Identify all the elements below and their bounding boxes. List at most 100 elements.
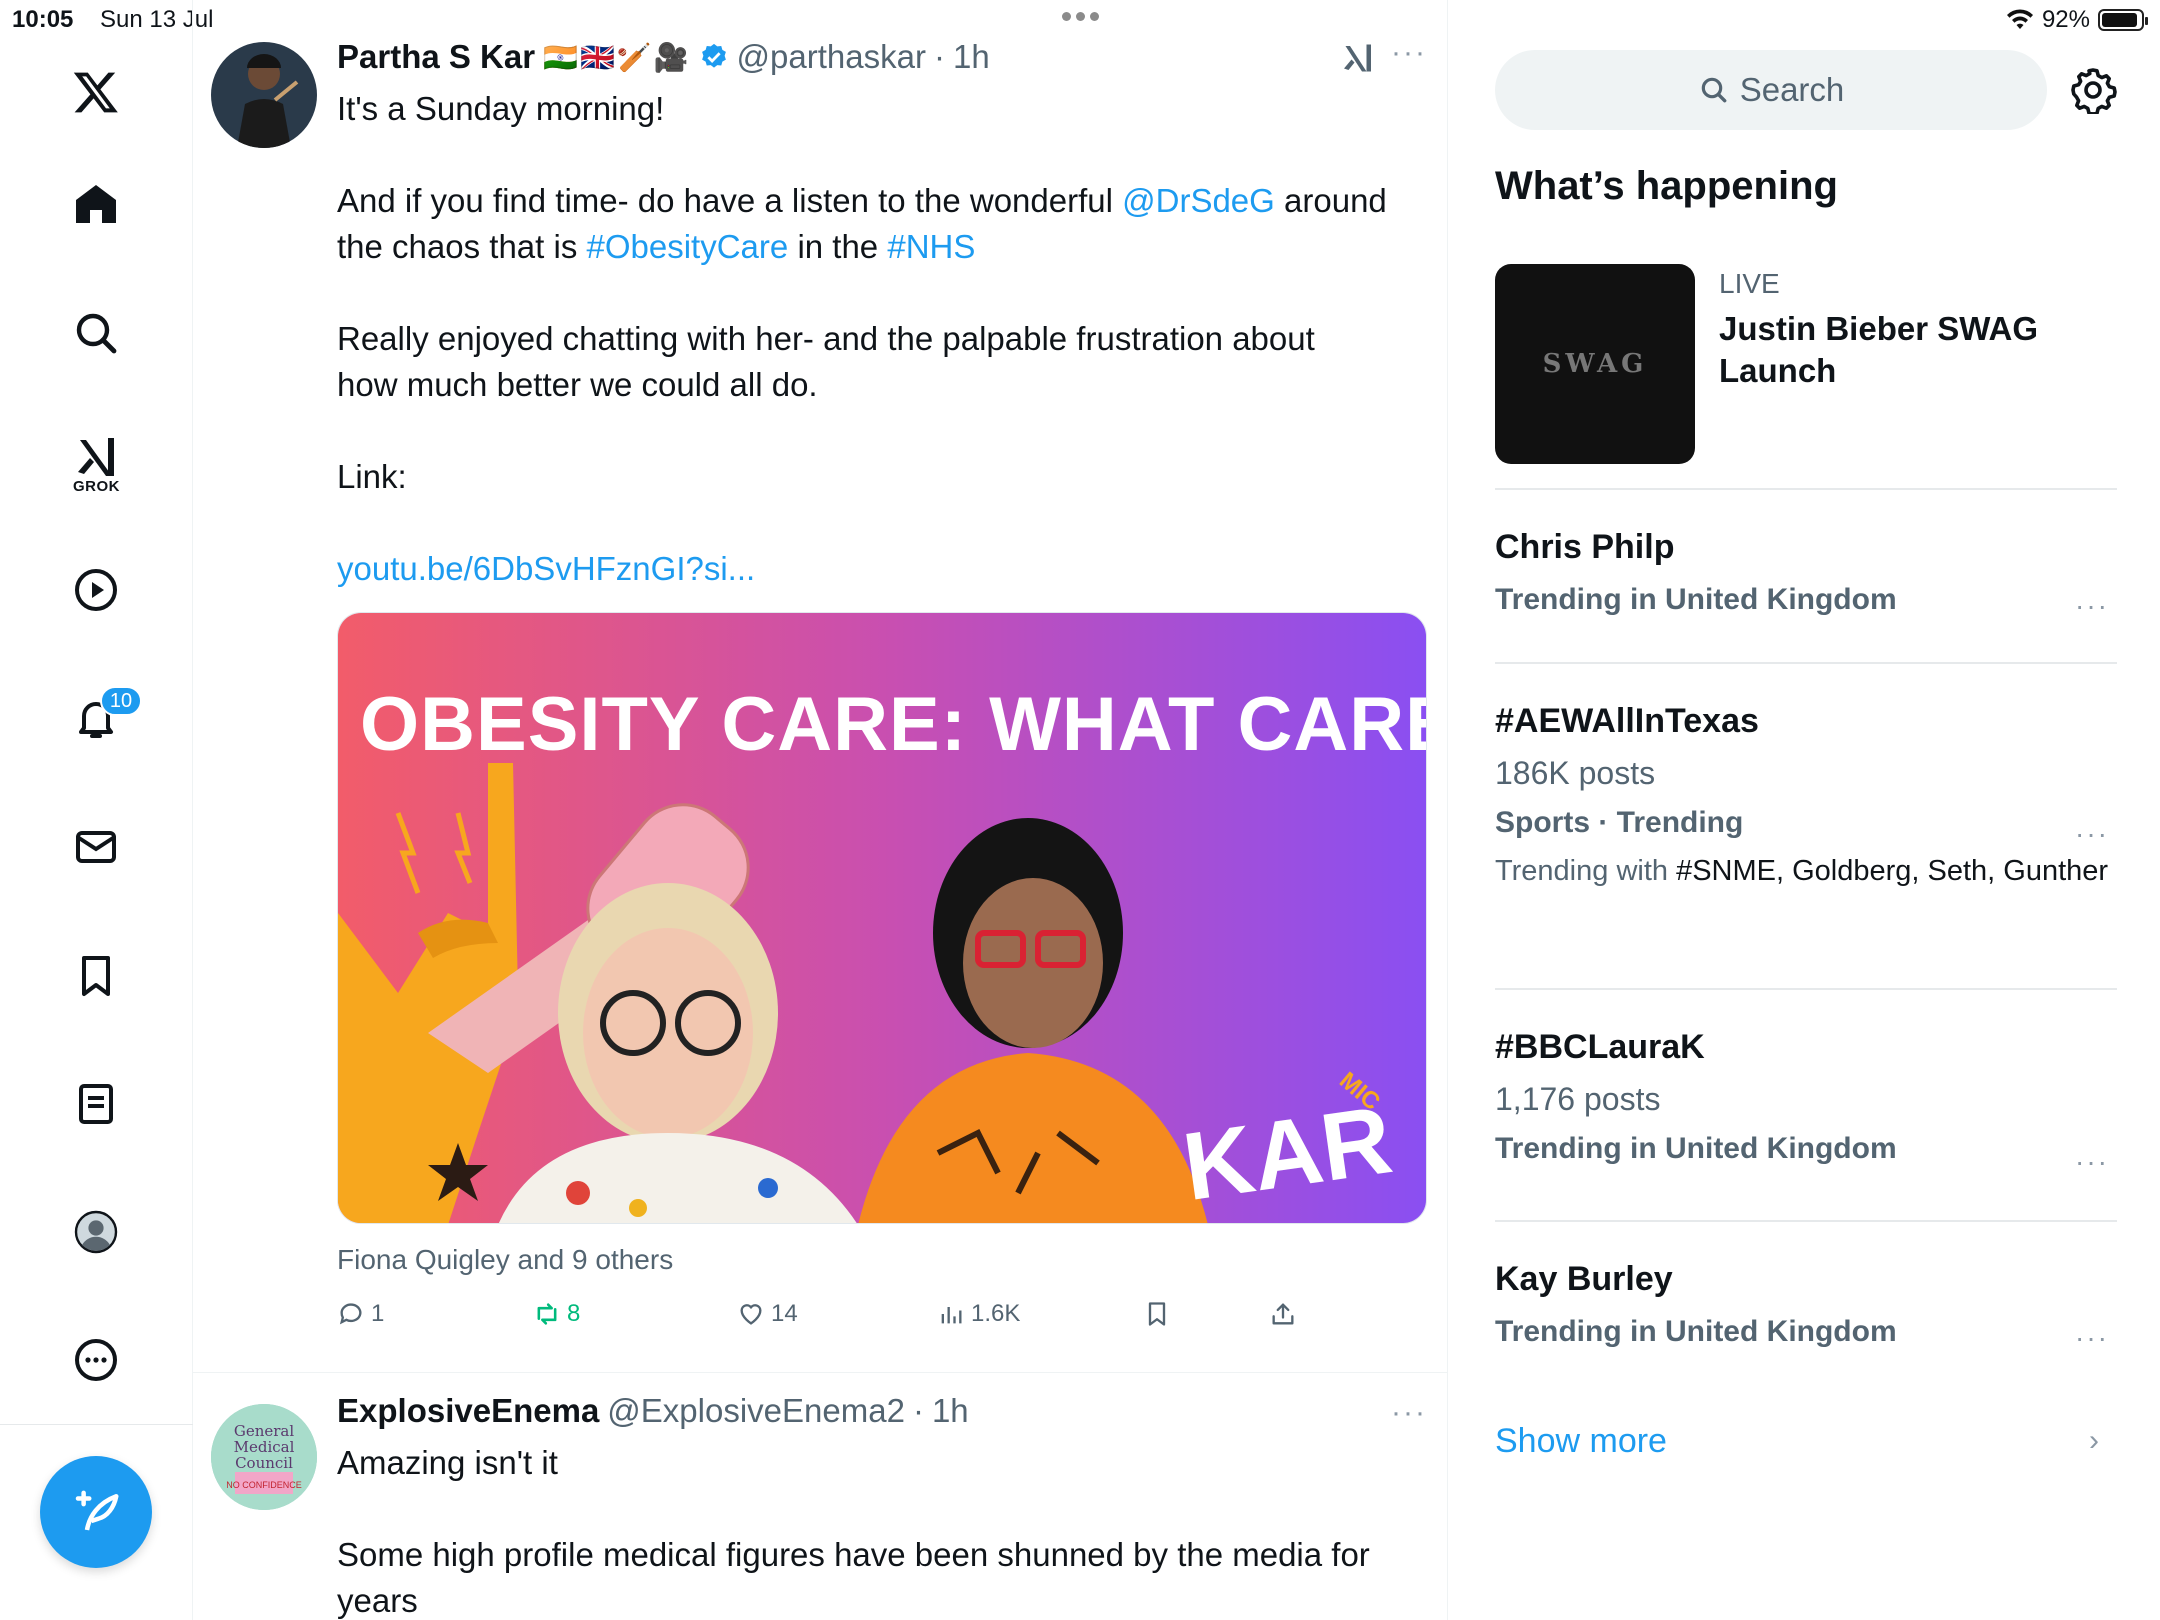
trend-item[interactable]: Chris Philp Trending in United Kingdom ·… (1495, 528, 2117, 621)
show-more-link[interactable]: Show more (1495, 1422, 1667, 1461)
repost-count: 8 (567, 1300, 581, 1327)
reply-icon (339, 1303, 362, 1325)
sidebar-divider (1495, 488, 2117, 490)
views-bar-chart-icon (941, 1307, 962, 1324)
search-icon (1701, 77, 1727, 103)
like-button[interactable]: 14 (737, 1300, 798, 1328)
trend-name: Kay Burley (1495, 1260, 1673, 1298)
media-title: OBESITY CARE: WHAT CARE? (360, 682, 1427, 767)
trend-name: #BBCLauraK (1495, 1028, 1705, 1066)
share-button[interactable] (1269, 1300, 1297, 1328)
mention-link[interactable]: @DrSdeG (1122, 182, 1275, 219)
liked-by-text[interactable]: Fiona Quigley and 9 others (337, 1244, 673, 1276)
trend-more-button[interactable]: ··· (2075, 590, 2109, 622)
lists-icon[interactable] (60, 1068, 132, 1140)
hashtag-link[interactable]: #NHS (887, 228, 975, 265)
messages-icon[interactable] (60, 811, 132, 883)
trend-context: Trending in United Kingdom (1495, 1315, 1897, 1348)
sidebar-divider (1495, 662, 2117, 664)
avatar[interactable]: General Medical Council NO CONFIDENCE (211, 1404, 317, 1510)
trend-more-button[interactable]: ··· (2075, 1322, 2109, 1354)
separator-dot: · (933, 38, 945, 75)
like-count: 14 (771, 1300, 798, 1327)
compose-post-button[interactable] (40, 1456, 152, 1568)
author-handle[interactable]: @parthaskar (737, 38, 926, 76)
compose-feather-icon (75, 1490, 119, 1531)
tweet-line: the chaos that is #ObesityCare in the #N… (337, 228, 976, 265)
tweet-actions: 1 8 14 1.6K (337, 1300, 1447, 1340)
tweet-text: It's a Sunday morning! And if you find t… (337, 86, 1417, 592)
chevron-right-icon: › (2089, 1424, 2099, 1457)
author-name[interactable]: ExplosiveEnema (337, 1392, 599, 1430)
trend-post-count: 1,176 posts (1495, 1081, 1661, 1117)
trend-item[interactable]: #BBCLauraK 1,176 posts Trending in Unite… (1495, 1028, 2117, 1177)
trend-more-button[interactable]: ··· (2075, 818, 2109, 850)
live-event-title: Justin Bieber SWAG Launch (1719, 310, 2039, 389)
author-handle[interactable]: @ExplosiveEnema2 (607, 1392, 905, 1430)
tweet-text: Amazing isn't it Some high profile medic… (337, 1440, 1417, 1620)
grok-label: GROK (73, 478, 120, 495)
reply-button[interactable]: 1 (337, 1300, 384, 1328)
left-nav: GROK 10 (0, 0, 193, 1620)
whats-happening-title: What’s happening (1495, 164, 1838, 208)
avatar[interactable] (211, 42, 317, 148)
x-logo-icon[interactable] (60, 56, 132, 128)
separator-dot: · (912, 1392, 924, 1429)
nav-divider (0, 1424, 193, 1425)
sidebar-divider (1495, 988, 2117, 990)
trend-post-count: 186K posts (1495, 755, 1656, 791)
live-event-card[interactable]: SWAG LIVE Justin Bieber SWAG Launch (1495, 264, 2115, 464)
svg-text:Council: Council (235, 1454, 293, 1472)
home-icon[interactable] (60, 168, 132, 240)
tweet-time[interactable]: 1h (932, 1392, 969, 1430)
tweet-more-button[interactable]: ··· (1391, 36, 1427, 70)
tweet-header: Partha S Kar 🇮🇳🇬🇧🏏🎥 @parthaskar · 1h (337, 38, 990, 76)
tweet-line: Link: (337, 458, 407, 495)
tweet-line: Some high profile medical figures have b… (337, 1536, 1370, 1573)
bookmarks-icon[interactable] (60, 940, 132, 1012)
grok-explain-icon[interactable] (1341, 40, 1377, 76)
svg-text:NO CONFIDENCE: NO CONFIDENCE (226, 1480, 302, 1490)
bookmark-icon (1148, 1302, 1166, 1326)
live-event-thumbnail: SWAG (1495, 264, 1695, 464)
repost-button[interactable]: 8 (533, 1300, 580, 1328)
tweet-more-button[interactable]: ··· (1391, 1396, 1427, 1430)
trend-item[interactable]: Kay Burley Trending in United Kingdom ··… (1495, 1260, 2117, 1353)
search-input[interactable]: Search (1495, 50, 2047, 130)
trend-item[interactable]: #AEWAllInTexas 186K posts Sports · Trend… (1495, 702, 2117, 890)
view-count: 1.6K (971, 1300, 1021, 1327)
author-name[interactable]: Partha S Kar (337, 38, 535, 76)
live-tag: LIVE (1719, 268, 1780, 299)
search-placeholder: Search (1739, 71, 1845, 108)
tweet-line: Amazing isn't it (337, 1444, 558, 1481)
tweet-time[interactable]: 1h (953, 38, 990, 76)
tweet-media-image[interactable]: KAR MIC OBESITY CARE: WHAT CARE? (337, 612, 1427, 1224)
trending-with-text: Trending with #SNME, Goldberg, Seth, Gun… (1495, 855, 2109, 887)
tweet-line: It's a Sunday morning! (337, 90, 665, 127)
trend-more-button[interactable]: ··· (2075, 1146, 2109, 1178)
profile-icon[interactable] (60, 1196, 132, 1268)
tweet-divider (193, 1372, 1447, 1373)
tweet-header: ExplosiveEnema @ExplosiveEnema2 · 1h (337, 1392, 969, 1430)
trend-context: Trending in United Kingdom (1495, 583, 1897, 616)
video-icon[interactable] (60, 554, 132, 626)
repost-icon (537, 1303, 557, 1325)
youtube-link[interactable]: youtu.be/6DbSvHFznGI?si... (337, 546, 1417, 592)
notifications-badge: 10 (100, 686, 142, 716)
trend-context: Sports · Trending (1495, 806, 1744, 839)
share-icon (1272, 1303, 1294, 1325)
more-options-icon[interactable] (60, 1324, 132, 1396)
trend-context: Trending in United Kingdom (1495, 1132, 1897, 1165)
tweet-line: Really enjoyed chatting with her- and th… (337, 320, 1315, 357)
timeline-feed: Partha S Kar 🇮🇳🇬🇧🏏🎥 @parthaskar · 1h ···… (193, 0, 1448, 1620)
hashtag-link[interactable]: #ObesityCare (587, 228, 789, 265)
sidebar-divider (1495, 1220, 2117, 1222)
views-button[interactable]: 1.6K (937, 1300, 1020, 1328)
heart-icon (740, 1304, 762, 1325)
settings-gear-icon[interactable] (2069, 66, 2117, 114)
trend-name: Chris Philp (1495, 528, 1675, 566)
search-icon[interactable] (60, 297, 132, 369)
reply-count: 1 (371, 1300, 385, 1327)
tweet-line: And if you find time- do have a listen t… (337, 182, 1387, 219)
bookmark-button[interactable] (1143, 1300, 1171, 1328)
